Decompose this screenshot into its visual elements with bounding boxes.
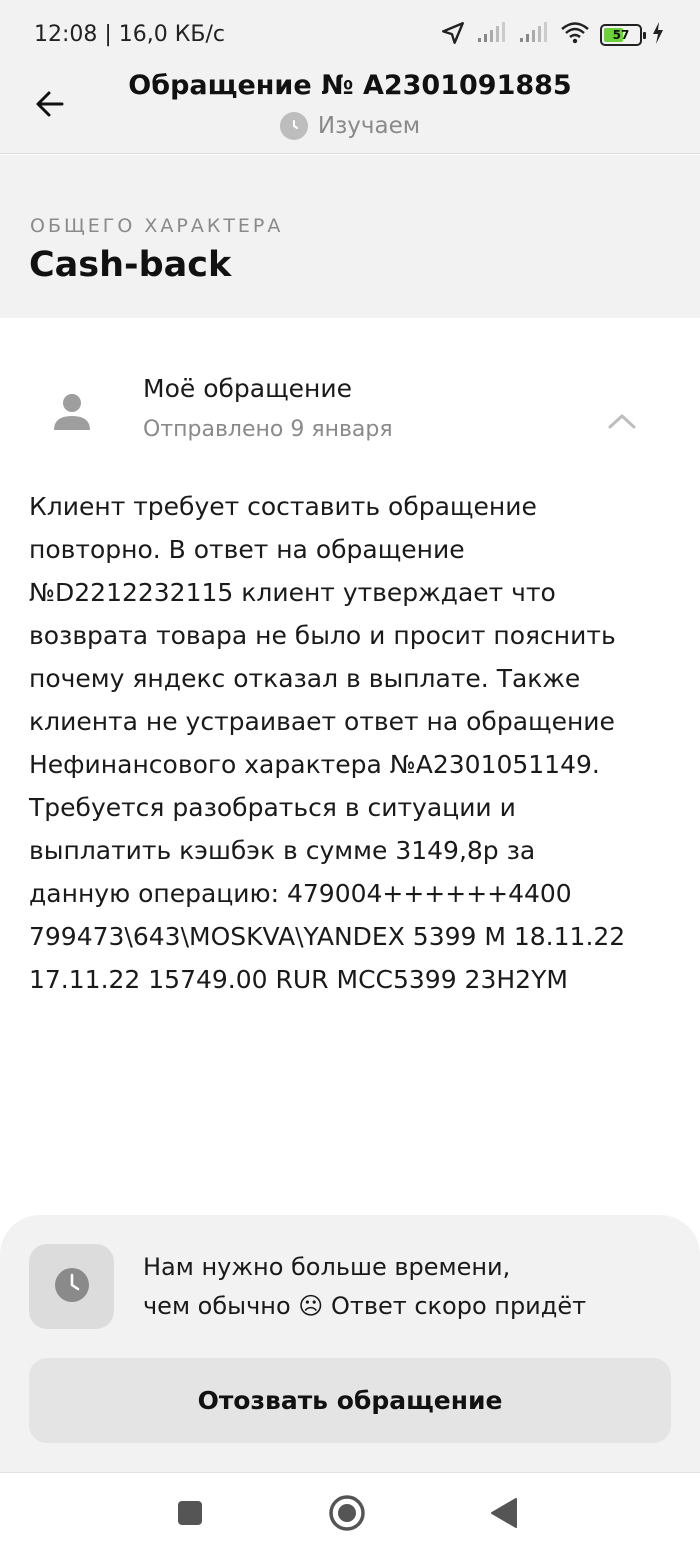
collapse-button[interactable] (600, 408, 644, 438)
notice-line-1: Нам нужно больше времени, (143, 1253, 511, 1281)
system-nav-bar (0, 1472, 700, 1556)
status-bar: 12:08 | 16,0 КБ/с 57 (0, 0, 700, 70)
status-indicator: Изучаем (0, 112, 700, 140)
signal-icon (518, 22, 550, 48)
charging-icon (652, 22, 664, 48)
category-label: ОБЩЕГО ХАРАКТЕРА (30, 215, 284, 237)
battery-icon: 57 (600, 24, 646, 46)
message-card: Моё обращение Отправлено 9 января Клиент… (0, 318, 700, 1218)
battery-tip (643, 32, 646, 39)
notice-panel: Нам нужно больше времени, чем обычно ☹ О… (0, 1215, 700, 1475)
notice-line-2: чем обычно ☹ Ответ скоро придёт (143, 1292, 587, 1320)
status-text: Изучаем (317, 113, 421, 139)
message-date: Отправлено 9 января (143, 417, 393, 442)
page-title: Обращение № A2301091885 (128, 70, 572, 101)
message-body: Клиент требует составить обращение повто… (29, 492, 626, 994)
status-icons: 57 (440, 20, 664, 50)
square-icon (176, 1499, 204, 1531)
status-time-speed: 12:08 | 16,0 КБ/с (34, 22, 225, 47)
message-title: Моё обращение (143, 374, 352, 403)
location-icon (440, 20, 466, 50)
battery-level: 57 (612, 28, 630, 42)
notice-text: Нам нужно больше времени, чем обычно ☹ О… (143, 1248, 586, 1326)
clock-icon (279, 112, 308, 140)
recents-button[interactable] (170, 1495, 210, 1535)
withdraw-request-button[interactable]: Отозвать обращение (29, 1358, 671, 1443)
category-block: ОБЩЕГО ХАРАКТЕРА Cash-back (0, 155, 700, 318)
notice-icon-box (29, 1244, 114, 1329)
triangle-back-icon (489, 1497, 519, 1533)
category-title: Cash-back (29, 245, 232, 285)
chevron-up-icon (607, 412, 637, 434)
signal-icon (476, 22, 508, 48)
clock-icon (54, 1267, 90, 1307)
home-button[interactable] (327, 1495, 367, 1535)
circle-icon (328, 1494, 366, 1536)
wifi-icon (560, 21, 590, 49)
person-icon (50, 390, 94, 434)
back-nav-button[interactable] (484, 1495, 524, 1535)
header: Обращение № A2301091885 Изучаем (0, 70, 700, 154)
